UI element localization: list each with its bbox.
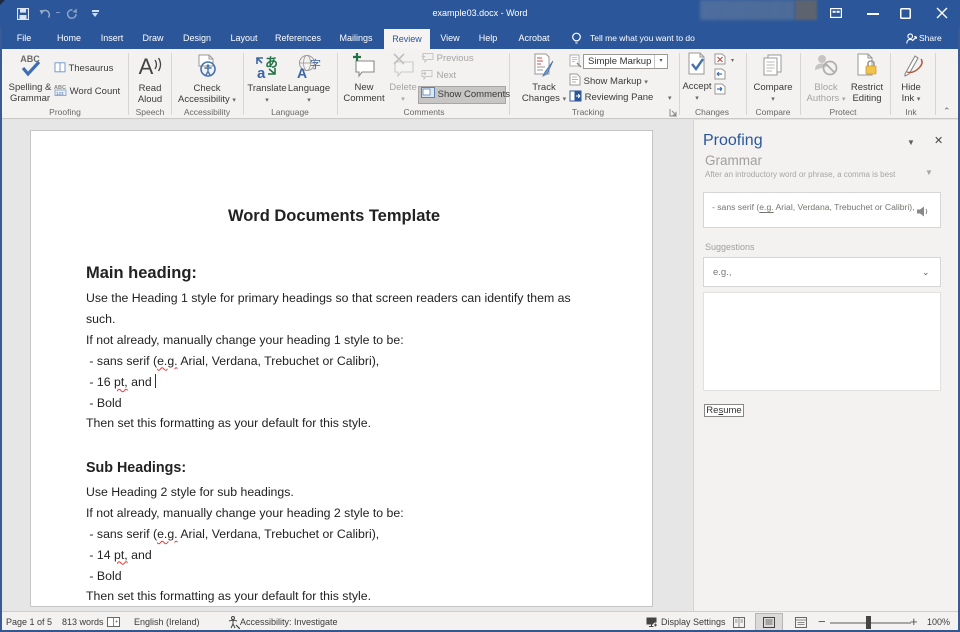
svg-text:123: 123 <box>56 91 64 96</box>
svg-text:A: A <box>139 54 154 79</box>
svg-text:あ: あ <box>265 55 278 70</box>
svg-text:字: 字 <box>310 57 321 71</box>
svg-text:A: A <box>297 65 307 80</box>
